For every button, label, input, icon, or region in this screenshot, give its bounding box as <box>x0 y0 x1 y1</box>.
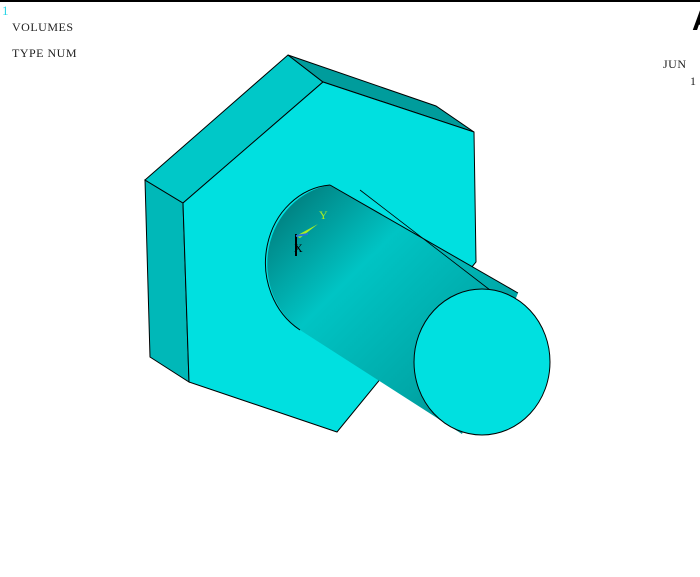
model-viewport[interactable]: Y X <box>0 0 700 577</box>
hex-left-face <box>144 179 190 383</box>
triad-y-label: Y <box>319 208 328 222</box>
triad-x-label: X <box>294 241 303 255</box>
cylinder-end-face <box>413 288 551 436</box>
